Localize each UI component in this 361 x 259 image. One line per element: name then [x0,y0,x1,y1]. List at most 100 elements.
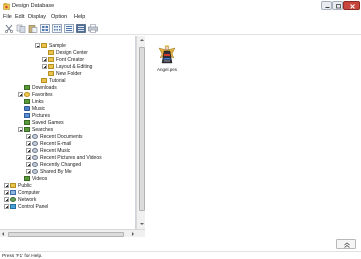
expand-toggle[interactable] [42,57,47,62]
tree-item-searches[interactable]: Searches [18,126,53,133]
toolbar [0,21,361,35]
expand-toggle[interactable] [4,197,9,202]
large-icons-view-button[interactable] [40,24,50,33]
scroll-thumb[interactable] [138,47,145,211]
minimize-button[interactable] [321,1,332,10]
tree-item-font-creator[interactable]: Font Creator [42,56,84,63]
embroidery-design-icon [158,45,176,64]
expand-toggle[interactable] [18,92,23,97]
folder-icon [10,183,16,188]
file-list-pane[interactable]: Angel.pes [145,36,361,237]
folder-open-icon [41,43,47,48]
expand-toggle[interactable] [26,134,31,139]
title-bar: Design Database [0,0,361,12]
tree-item-downloads[interactable]: Downloads [18,84,57,91]
tree-item-recent-pictures-videos[interactable]: Recent Pictures and Videos [26,154,102,161]
menu-file[interactable]: File [3,14,12,20]
small-icons-view-icon [52,24,62,33]
list-view-button[interactable] [64,24,74,33]
double-chevron-up-icon [344,242,350,248]
tree-item-shared-by-me[interactable]: Shared By Me [26,168,72,175]
scroll-right-icon[interactable] [132,232,134,236]
tree-vertical-scrollbar[interactable] [136,36,145,230]
close-icon [350,4,355,9]
collapse-toggle[interactable] [18,127,23,132]
expand-toggle[interactable] [26,162,31,167]
print-icon [88,24,98,33]
menu-bar: File Edit Display Option Help [0,12,361,21]
collapse-toggle[interactable] [35,43,40,48]
tree-item-control-panel[interactable]: Control Panel [4,203,48,210]
pictures-icon [24,113,30,118]
expand-toggle[interactable] [26,169,31,174]
expand-toggle[interactable] [4,183,9,188]
expand-toggle[interactable] [26,141,31,146]
expand-toggle[interactable] [4,190,9,195]
file-item-angel[interactable]: Angel.pes [156,45,178,75]
expand-toggle[interactable] [26,148,31,153]
large-icons-view-icon [40,24,50,33]
tree-item-public[interactable]: Public [4,182,32,189]
tree-item-recent-email[interactable]: Recent E-mail [26,140,71,147]
cut-button[interactable] [4,24,14,33]
tree-item-music[interactable]: Music [18,105,45,112]
music-icon [24,106,30,111]
file-name: Angel.pes [156,67,177,72]
saved-search-icon [32,148,38,153]
saved-search-icon [32,162,38,167]
tree-item-new-folder[interactable]: New Folder [42,70,82,77]
status-bar: Press 'F1' for Help. [0,251,361,259]
computer-icon [10,190,16,195]
menu-edit[interactable]: Edit [15,14,24,20]
tree-item-layout-editing[interactable]: Layout & Editing [42,63,92,70]
window-title: Design Database [12,3,55,9]
close-button[interactable] [343,1,360,10]
details-view-button[interactable] [76,24,86,33]
searches-icon [24,127,30,132]
tree-item-recently-changed[interactable]: Recently Changed [26,161,81,168]
tree-item-design-center[interactable]: Design Center [42,49,88,56]
small-icons-view-button[interactable] [52,24,62,33]
paste-icon [28,25,38,33]
scroll-left-icon[interactable] [2,232,4,236]
tree-item-favorites[interactable]: Favorites [18,91,53,98]
folder-icon [48,64,54,69]
folder-icon [48,57,54,62]
tree-item-pictures[interactable]: Pictures [18,112,50,119]
folder-icon [48,50,54,55]
tree-item-saved-games[interactable]: Saved Games [18,119,64,126]
saved-search-icon [32,134,38,139]
folder-tree[interactable]: Sample Design Center Font Creator Layout… [0,36,136,237]
copy-button[interactable] [16,24,26,33]
expand-toggle[interactable] [4,204,9,209]
expand-toggle[interactable] [42,64,47,69]
tree-item-videos[interactable]: Videos [18,175,47,182]
maximize-button[interactable] [332,1,343,10]
scroll-up-icon[interactable] [139,39,144,41]
list-view-icon [64,24,74,33]
tree-item-links[interactable]: Links [18,98,44,105]
print-button[interactable] [88,24,98,33]
tree-item-sample[interactable]: Sample [35,42,66,49]
tree-item-computer[interactable]: Computer [4,189,40,196]
scroll-thumb[interactable] [8,231,124,237]
tree-item-recent-documents[interactable]: Recent Documents [26,133,83,140]
menu-help[interactable]: Help [74,14,85,20]
tree-horizontal-scrollbar[interactable] [0,229,145,237]
menu-display[interactable]: Display [28,14,46,20]
videos-icon [24,176,30,181]
folder-icon [48,71,54,76]
tree-item-network[interactable]: Network [4,196,36,203]
paste-button[interactable] [28,24,38,33]
downloads-icon [24,85,30,90]
expand-panel-button[interactable] [336,239,356,249]
links-icon [24,99,30,104]
menu-option[interactable]: Option [51,14,67,20]
tree-item-recent-music[interactable]: Recent Music [26,147,70,154]
tree-item-tutorial[interactable]: Tutorial [35,77,66,84]
cut-icon [5,24,13,33]
folder-icon [41,78,47,83]
expand-toggle[interactable] [26,155,31,160]
scroll-down-icon[interactable] [139,223,144,225]
saved-search-icon [32,169,38,174]
